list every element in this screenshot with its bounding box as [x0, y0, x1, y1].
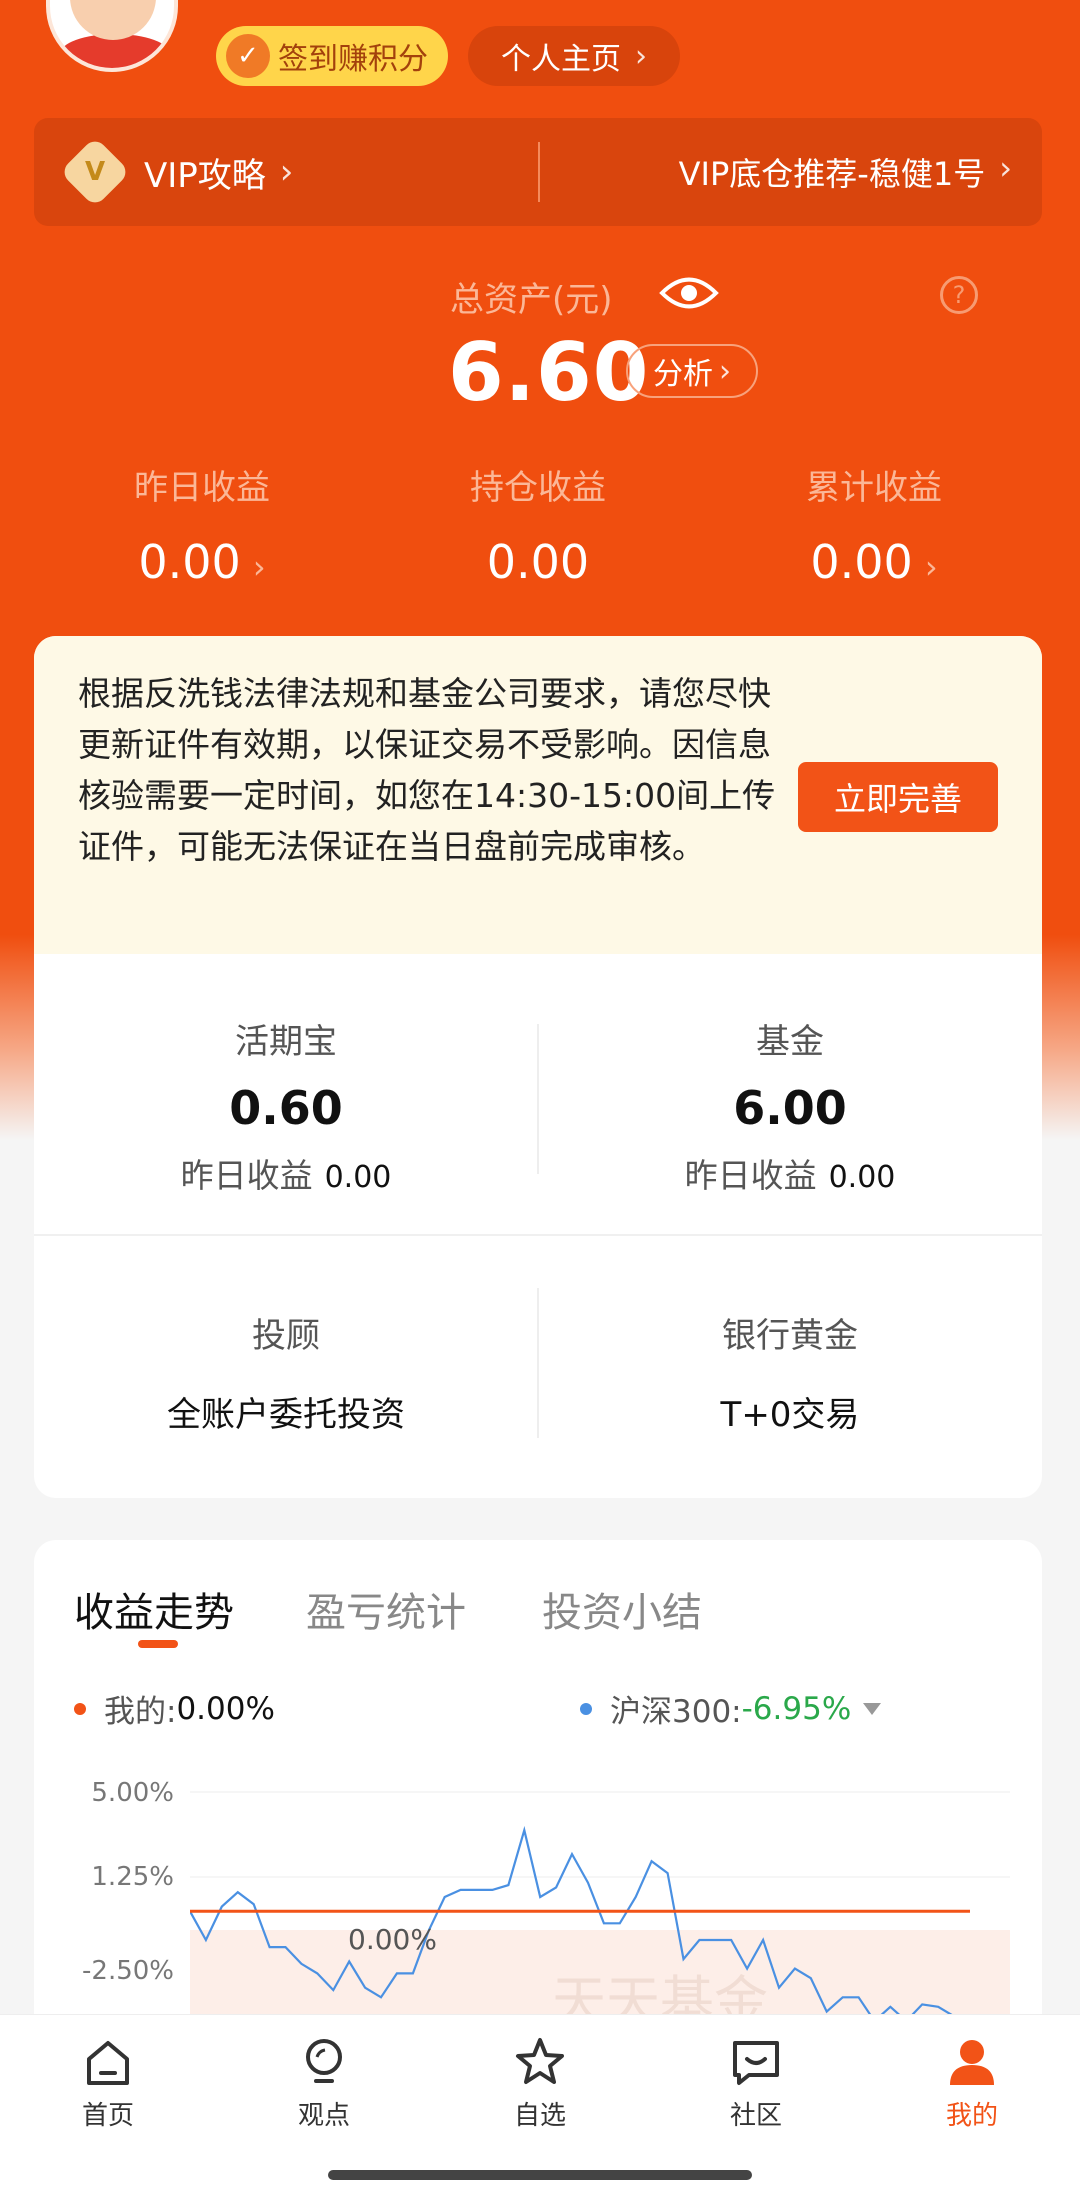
total-assets-value: 6.60 [448, 326, 650, 419]
nav-item-watchlist[interactable]: 自选 [432, 2015, 648, 2152]
user-icon [950, 2040, 994, 2085]
product-sub-label: 昨日收益 [684, 1156, 817, 1195]
legend-dot [74, 1702, 86, 1715]
star-icon [516, 2038, 564, 2084]
chat-icon [733, 2041, 779, 2085]
chart-watermark: 天天基金 [552, 1970, 768, 2020]
product-sub-label: 昨日收益 [180, 1156, 313, 1195]
home-indicator[interactable] [328, 2170, 752, 2180]
assets-card: 根据反洗钱法律法规和基金公司要求，请您尽快更新证件有效期，以保证交易不受影响。因… [34, 636, 1042, 1498]
y-tick: 1.25% [91, 1862, 174, 1892]
cumulative-earnings-value: 0.00 [810, 535, 913, 589]
vip-bar: V VIP攻略 › VIP底仓推荐-稳健1号 › [34, 118, 1042, 226]
vip-badge-icon: V [59, 136, 131, 208]
home-icon [87, 2041, 129, 2085]
product-amount: 0.60 [229, 1081, 343, 1135]
legend-mine-value: 0.00% [176, 1690, 275, 1727]
product-amount: 6.00 [733, 1081, 847, 1135]
total-assets-label: 总资产(元) [450, 280, 613, 320]
product-fund[interactable]: 基金 6.00 昨日收益 0.00 [538, 1014, 1042, 1197]
eye-icon[interactable] [658, 270, 720, 316]
vip-recommend-label: VIP底仓推荐-稳健1号 [678, 155, 986, 193]
nav-label: 自选 [513, 2101, 566, 2131]
y-tick: 5.00% [91, 1778, 174, 1808]
profile-button[interactable]: 个人主页 › [468, 26, 680, 86]
cumulative-earnings-label: 累计收益 [806, 468, 942, 508]
yesterday-earnings-label: 昨日收益 [134, 468, 270, 508]
help-icon[interactable]: ? [940, 276, 978, 314]
tab-investment-summary[interactable]: 投资小结 [542, 1580, 702, 1638]
tab-earnings-trend[interactable]: 收益走势 [74, 1580, 234, 1638]
notice-text: 根据反洗钱法律法规和基金公司要求，请您尽快更新证件有效期，以保证交易不受影响。因… [78, 674, 776, 866]
chevron-right-icon: › [999, 149, 1012, 187]
zero-label: 0.00% [348, 1923, 437, 1956]
bottom-nav: 首页 观点 自选 社区 我的 [0, 2014, 1080, 2152]
chevron-right-icon: › [635, 38, 647, 74]
chevron-right-icon: › [719, 353, 731, 389]
cumulative-earnings[interactable]: 累计收益 0.00 › [706, 460, 1042, 589]
holding-earnings: 持仓收益 0.00 [370, 460, 706, 589]
nav-label: 我的 [945, 2101, 998, 2131]
active-tab-indicator [138, 1640, 178, 1648]
vip-recommend-link[interactable]: VIP底仓推荐-稳健1号 › [540, 149, 1042, 195]
legend-mine: 我的: 0.00% [74, 1686, 275, 1731]
y-tick: -2.50% [82, 1956, 174, 1986]
chevron-right-icon: › [924, 548, 938, 586]
dropdown-arrow-icon [863, 1702, 882, 1715]
product-sub-value: 0.00 [828, 1160, 896, 1195]
analyze-button[interactable]: 分析 › [626, 344, 758, 398]
id-update-notice: 根据反洗钱法律法规和基金公司要求，请您尽快更新证件有效期，以保证交易不受影响。因… [34, 636, 1042, 954]
nav-item-insights[interactable]: 观点 [216, 2015, 432, 2152]
vip-guide-label: VIP攻略 [144, 155, 266, 196]
earnings-line-chart: 天天基金 0.00% [190, 1791, 1010, 2020]
product-name: 活期宝 [235, 1022, 337, 1062]
complete-now-button[interactable]: 立即完善 [798, 762, 998, 832]
legend-index-value: -6.95% [741, 1690, 852, 1727]
product-bank-gold[interactable]: 银行黄金 T+0交易 [538, 1308, 1042, 1436]
vip-guide-link[interactable]: V VIP攻略 › [34, 136, 538, 208]
yesterday-earnings-value: 0.00 [138, 535, 241, 589]
analyze-label: 分析 [653, 357, 713, 392]
profile-label: 个人主页 [501, 42, 621, 77]
product-desc: 全账户委托投资 [167, 1395, 405, 1435]
nav-item-me[interactable]: 我的 [864, 2015, 1080, 2152]
legend-dot [580, 1702, 592, 1715]
nav-label: 首页 [81, 2101, 134, 2131]
nav-item-community[interactable]: 社区 [648, 2015, 864, 2152]
earnings-chart-card: 收益走势 盈亏统计 投资小结 我的: 0.00% 沪深300: -6.95% 5… [34, 1540, 1042, 2020]
product-desc: T+0交易 [720, 1395, 860, 1435]
legend-index[interactable]: 沪深300: -6.95% [580, 1686, 882, 1731]
product-name: 基金 [756, 1022, 824, 1062]
holding-earnings-label: 持仓收益 [470, 468, 606, 508]
chevron-right-icon: › [252, 548, 266, 586]
product-sub-value: 0.00 [324, 1160, 392, 1195]
product-advisor[interactable]: 投顾 全账户委托投资 [34, 1308, 538, 1436]
holding-earnings-value: 0.00 [486, 535, 590, 589]
yesterday-earnings[interactable]: 昨日收益 0.00 › [34, 460, 370, 589]
nav-label: 社区 [729, 2101, 782, 2131]
legend-mine-label: 我的: [104, 1694, 177, 1730]
product-name: 银行黄金 [722, 1316, 858, 1356]
lightbulb-icon [306, 2039, 342, 2083]
nav-label: 观点 [297, 2101, 350, 2131]
tab-profit-loss[interactable]: 盈亏统计 [306, 1580, 466, 1638]
chevron-right-icon: › [279, 152, 294, 192]
avatar[interactable] [46, 0, 178, 72]
checkin-label: 签到赚积分 [278, 42, 428, 77]
divider [34, 1234, 1042, 1236]
checkin-button[interactable]: ✓ 签到赚积分 [216, 26, 448, 86]
product-huoqibao[interactable]: 活期宝 0.60 昨日收益 0.00 [34, 1014, 538, 1197]
legend-index-label: 沪深300: [610, 1694, 742, 1730]
product-name: 投顾 [252, 1316, 320, 1356]
nav-item-home[interactable]: 首页 [0, 2015, 216, 2152]
checkin-icon: ✓ [226, 34, 270, 78]
